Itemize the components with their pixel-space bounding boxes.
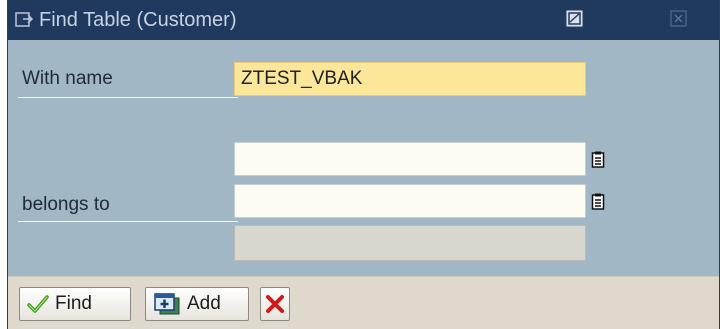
table-name-input[interactable] <box>234 62 586 96</box>
belongs-to-input-1[interactable] <box>234 142 586 176</box>
window-title: Find Table (Customer) <box>39 9 237 31</box>
title-bar: Find Table (Customer) <box>8 0 719 40</box>
find-button-label: Find <box>55 293 92 314</box>
find-button[interactable]: Find <box>19 287 131 321</box>
window-icon <box>15 12 34 27</box>
name-label: With name <box>22 68 113 89</box>
button-bar: Find Add <box>8 276 719 329</box>
close-icon[interactable] <box>667 7 691 31</box>
belongs-to-label: belongs to <box>22 194 110 215</box>
find-table-dialog: Find Table (Customer) With name belongs … <box>7 0 720 329</box>
value-help-icon[interactable] <box>591 151 605 169</box>
screenshot-icon[interactable] <box>563 7 587 31</box>
dialog-body: With name belongs to <box>8 40 719 276</box>
cancel-button[interactable] <box>260 287 290 321</box>
description-display-field <box>234 225 586 261</box>
cancel-icon <box>266 295 284 313</box>
add-button-label: Add <box>187 293 221 314</box>
check-icon <box>27 295 49 313</box>
belongs-to-input-2[interactable] <box>234 184 586 218</box>
value-help-icon[interactable] <box>591 193 605 211</box>
name-label-underline <box>18 97 238 98</box>
add-icon <box>154 293 180 315</box>
add-button[interactable]: Add <box>145 287 249 321</box>
belongs-to-label-underline <box>18 221 238 222</box>
